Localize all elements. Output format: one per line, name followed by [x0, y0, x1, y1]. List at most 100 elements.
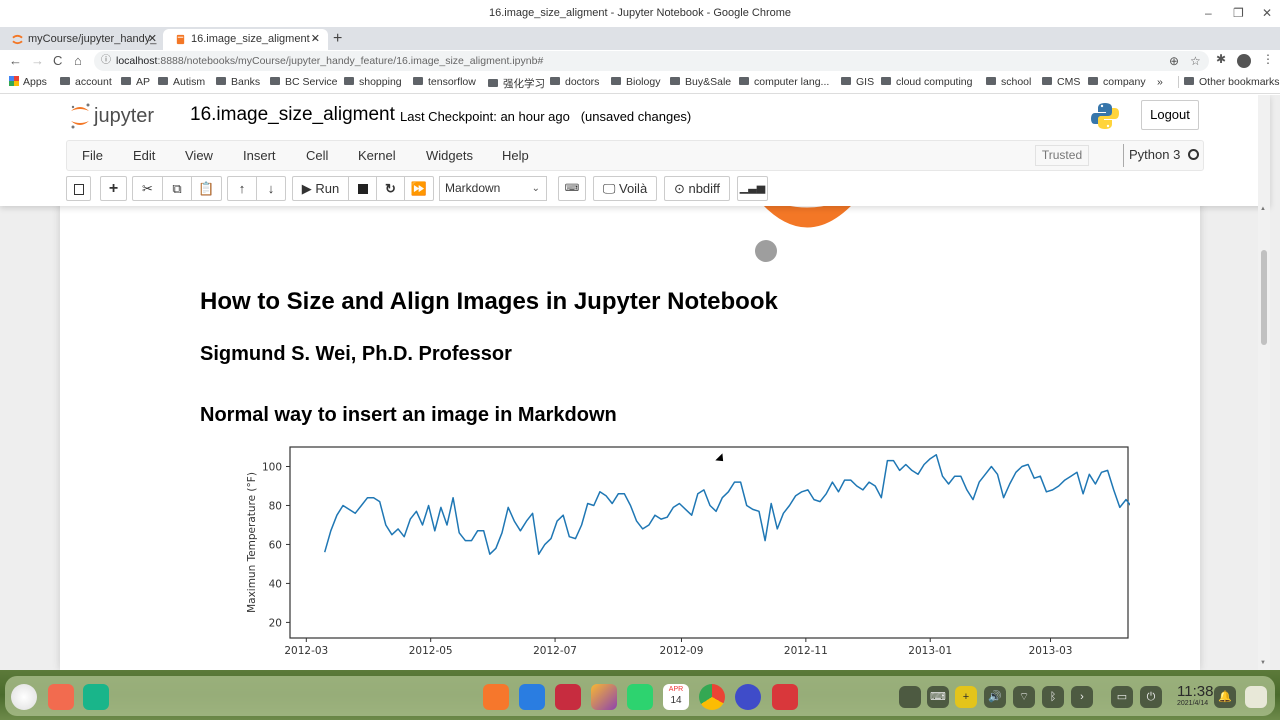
- bookmark-folder[interactable]: AP: [121, 76, 150, 88]
- bookmark-folder[interactable]: Banks: [216, 76, 260, 88]
- logout-button[interactable]: Logout: [1141, 100, 1199, 130]
- cut-button[interactable]: ✂: [132, 176, 163, 201]
- forward-button[interactable]: →: [31, 52, 44, 70]
- notification-tray-icon[interactable]: ▭: [1111, 686, 1133, 708]
- bookmarks-overflow-button[interactable]: »: [1157, 76, 1163, 88]
- bookmark-folder[interactable]: Buy&Sale: [670, 76, 731, 88]
- nbdiff-button[interactable]: ⊙ nbdiff: [664, 176, 730, 201]
- app-store-icon[interactable]: [483, 684, 509, 710]
- menu-edit[interactable]: Edit: [133, 148, 155, 163]
- save-button[interactable]: [66, 176, 91, 201]
- restart-button[interactable]: ↻: [376, 176, 405, 201]
- bookmark-folder[interactable]: Autism: [158, 76, 205, 88]
- bookmark-folder[interactable]: 强化学习: [488, 76, 545, 91]
- profile-avatar[interactable]: [1237, 54, 1251, 68]
- bookmark-folder[interactable]: tensorflow: [413, 76, 476, 88]
- file-manager-icon[interactable]: [519, 684, 545, 710]
- scroll-up-arrow[interactable]: ▲: [1260, 206, 1266, 212]
- back-button[interactable]: ←: [9, 52, 22, 70]
- chrome-menu-icon[interactable]: ⋮: [1262, 52, 1274, 66]
- insert-cell-button[interactable]: +: [100, 176, 127, 201]
- home-button[interactable]: ⌂: [74, 52, 82, 70]
- menu-cell[interactable]: Cell: [306, 148, 328, 163]
- chrome-icon[interactable]: [699, 684, 725, 710]
- wifi-icon[interactable]: ⌔: [1013, 686, 1035, 708]
- settings-icon[interactable]: [735, 684, 761, 710]
- menu-view[interactable]: View: [185, 148, 213, 163]
- bookmark-folder[interactable]: school: [986, 76, 1031, 88]
- bookmark-folder[interactable]: BC Service: [270, 76, 338, 88]
- show-desktop-icon[interactable]: [83, 684, 109, 710]
- paste-button[interactable]: 📋: [191, 176, 222, 201]
- bluetooth-icon[interactable]: ᛒ: [1042, 686, 1064, 708]
- reload-button[interactable]: C: [53, 52, 62, 70]
- bookmark-folder[interactable]: CMS: [1042, 76, 1080, 88]
- bookmark-folder[interactable]: Biology: [611, 76, 660, 88]
- page-scrollbar[interactable]: ▲ ▼: [1258, 95, 1270, 670]
- url-host: localhost: [116, 55, 158, 67]
- tab-close-icon[interactable]: ✕: [311, 29, 320, 50]
- keyboard-tray-icon[interactable]: ⌨: [927, 686, 949, 708]
- bookmark-folder[interactable]: computer lang...: [739, 76, 829, 88]
- move-up-button[interactable]: ↑: [227, 176, 257, 201]
- terminal-icon[interactable]: [555, 684, 581, 710]
- add-tray-icon[interactable]: +: [955, 686, 977, 708]
- interrupt-button[interactable]: [348, 176, 377, 201]
- chart-button[interactable]: ▁▃▅: [737, 176, 768, 201]
- menu-kernel[interactable]: Kernel: [358, 148, 396, 163]
- power-icon[interactable]: ⏻: [1140, 686, 1162, 708]
- clock[interactable]: 11:38 2021/4/14: [1177, 684, 1213, 708]
- bookmark-apps[interactable]: Apps: [9, 76, 47, 88]
- tray-icon[interactable]: [899, 686, 921, 708]
- menu-help[interactable]: Help: [502, 148, 529, 163]
- tab-mycourse[interactable]: myCourse/jupyter_handy_ ✕: [0, 29, 165, 50]
- bookmark-folder[interactable]: shopping: [344, 76, 402, 88]
- music-icon[interactable]: [627, 684, 653, 710]
- bookmark-folder[interactable]: GIS: [841, 76, 874, 88]
- restart-run-all-button[interactable]: ⏩: [404, 176, 434, 201]
- bookmark-folder[interactable]: doctors: [550, 76, 599, 88]
- scrollbar-thumb[interactable]: [1261, 250, 1267, 345]
- bookmark-folder[interactable]: company: [1088, 76, 1146, 88]
- multitask-view-icon[interactable]: [48, 684, 74, 710]
- calendar-icon[interactable]: APR 14: [663, 684, 689, 710]
- close-window-button[interactable]: ✕: [1262, 0, 1272, 27]
- expand-tray-icon[interactable]: ›: [1071, 686, 1093, 708]
- plus-icon: +: [108, 180, 119, 197]
- bookmark-folder[interactable]: account: [60, 76, 112, 88]
- scroll-down-arrow[interactable]: ▼: [1260, 660, 1266, 666]
- cell-type-select[interactable]: Markdown ⌄: [439, 176, 547, 201]
- window-title: 16.image_size_aligment - Jupyter Noteboo…: [488, 7, 792, 19]
- voila-button[interactable]: 🖵 Voilà: [593, 176, 657, 201]
- notebook-name[interactable]: 16.image_size_aligment: [190, 104, 395, 126]
- trash-icon[interactable]: [1245, 686, 1267, 708]
- move-down-button[interactable]: ↓: [256, 176, 286, 201]
- y-tick-label: 100: [262, 461, 282, 473]
- command-palette-button[interactable]: ⌨: [558, 176, 586, 201]
- menu-insert[interactable]: Insert: [243, 148, 276, 163]
- bookmark-star-icon[interactable]: ☆: [1190, 51, 1201, 71]
- screen-recorder-icon[interactable]: [772, 684, 798, 710]
- other-bookmarks[interactable]: Other bookmarks: [1178, 76, 1280, 88]
- image-viewer-icon[interactable]: [591, 684, 617, 710]
- menu-file[interactable]: File: [82, 148, 103, 163]
- trusted-indicator[interactable]: Trusted: [1035, 145, 1089, 166]
- bell-icon[interactable]: 🔔: [1214, 686, 1236, 708]
- extensions-icon[interactable]: ✱: [1216, 52, 1226, 66]
- launcher-icon[interactable]: [11, 684, 37, 710]
- site-info-icon[interactable]: ⓘ: [101, 51, 111, 71]
- jupyter-logo[interactable]: jupyter: [68, 101, 178, 131]
- menu-widgets[interactable]: Widgets: [426, 148, 473, 163]
- minimize-button[interactable]: –: [1205, 0, 1212, 27]
- zoom-icon[interactable]: ⊕: [1169, 51, 1179, 71]
- run-button[interactable]: ▶ Run: [292, 176, 349, 201]
- kernel-name[interactable]: Python 3: [1129, 147, 1180, 162]
- bookmark-folder[interactable]: cloud computing: [881, 76, 972, 88]
- new-tab-button[interactable]: +: [333, 27, 342, 50]
- tab-close-icon[interactable]: ✕: [148, 29, 157, 50]
- url-input[interactable]: ⓘ localhost:8888/notebooks/myCourse/jupy…: [94, 51, 1209, 71]
- volume-icon[interactable]: 🔊: [984, 686, 1006, 708]
- restore-button[interactable]: ❐: [1233, 0, 1244, 27]
- tab-notebook[interactable]: 16.image_size_aligment - ✕: [163, 29, 328, 50]
- copy-button[interactable]: ⧉: [162, 176, 192, 201]
